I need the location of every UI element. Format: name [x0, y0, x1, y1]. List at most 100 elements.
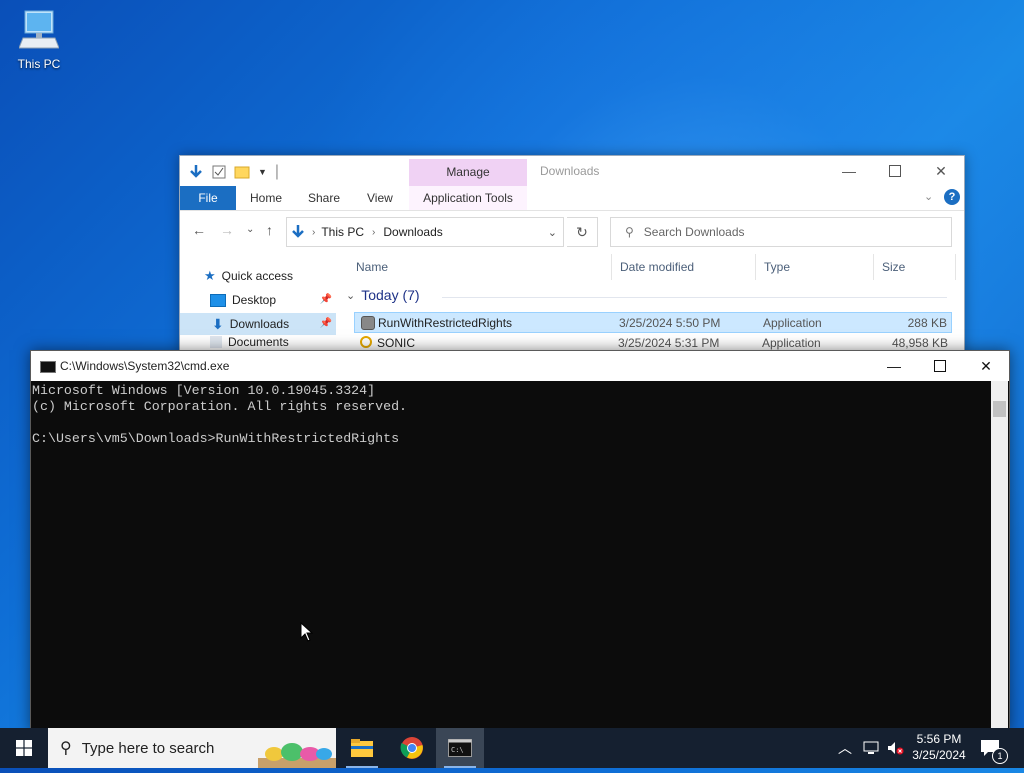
explorer-title-bar[interactable]: ▼ | Manage Downloads — ✕ — [180, 156, 964, 186]
quick-access-toolbar: ▼ | — [188, 163, 279, 181]
minimize-button[interactable]: — — [826, 156, 872, 186]
refresh-button[interactable]: ↻ — [567, 217, 598, 247]
nav-label: Downloads — [229, 317, 290, 331]
search-highlight-image — [258, 732, 336, 768]
expand-ribbon-chevron-icon[interactable]: ⌄ — [924, 190, 933, 203]
search-placeholder: Type here to search — [81, 739, 215, 757]
close-button[interactable]: ✕ — [918, 156, 964, 186]
scrollbar-thumb[interactable] — [993, 401, 1006, 417]
tab-view[interactable]: View — [357, 186, 403, 210]
file-size: 288 KB — [907, 316, 947, 330]
mouse-cursor-icon — [300, 622, 314, 642]
search-placeholder: Search Downloads — [643, 225, 745, 239]
desktop-icon-this-pc[interactable]: This PC — [12, 8, 66, 71]
breadcrumb-separator-icon[interactable]: › — [372, 227, 375, 238]
nav-label: Desktop — [232, 293, 277, 307]
file-explorer-icon — [351, 739, 373, 757]
system-clock[interactable]: 5:56 PM 3/25/2024 — [906, 731, 972, 763]
sonic-app-icon — [360, 336, 372, 348]
help-icon[interactable]: ? — [944, 189, 960, 205]
nav-item-documents[interactable]: Documents — [210, 335, 336, 349]
collapse-chevron-icon: ⌄ — [346, 289, 356, 302]
customize-toolbar-chevron-icon[interactable]: ▼ — [258, 167, 267, 177]
taskbar-cmd[interactable]: C:\ — [436, 728, 484, 768]
pin-icon[interactable]: 📌 — [320, 289, 332, 311]
file-name: SONIC — [377, 336, 416, 350]
search-input[interactable]: ⚲ Search Downloads — [610, 217, 952, 247]
properties-icon[interactable] — [212, 165, 226, 179]
column-name[interactable]: Name — [348, 254, 612, 280]
desktop-folder-icon — [210, 293, 226, 307]
up-arrow-icon[interactable]: ↑ — [266, 222, 273, 238]
tab-manage[interactable]: Manage — [409, 159, 527, 186]
taskbar-file-explorer[interactable] — [338, 728, 386, 768]
clock-date: 3/25/2024 — [912, 748, 966, 762]
column-type[interactable]: Type — [756, 254, 874, 280]
action-center-button[interactable]: 1 — [980, 728, 1008, 768]
file-size: 48,958 KB — [891, 336, 948, 350]
this-pc-icon — [18, 10, 60, 49]
address-bar[interactable]: › This PC › Downloads ⌄ — [286, 217, 564, 247]
tab-file[interactable]: File — [180, 186, 236, 210]
desktop-icon-label: This PC — [17, 57, 61, 71]
nav-item-downloads[interactable]: ⬇ Downloads 📌 — [180, 313, 336, 335]
tab-home[interactable]: Home — [240, 186, 292, 210]
command-prompt-window[interactable]: C:\Windows\System32\cmd.exe — ✕ Microsof… — [30, 350, 1010, 732]
minimize-button[interactable]: — — [871, 351, 917, 381]
column-headers: Name Date modified Type Size — [348, 254, 956, 280]
chrome-icon — [400, 737, 423, 759]
column-size[interactable]: Size — [874, 254, 956, 280]
cmd-icon — [40, 361, 56, 373]
notification-count-badge: 1 — [992, 748, 1008, 764]
tab-application-tools[interactable]: Application Tools — [409, 186, 527, 210]
vertical-scrollbar[interactable] — [991, 381, 1008, 731]
breadcrumb-this-pc[interactable]: This PC — [321, 225, 364, 239]
recent-locations-chevron-icon[interactable]: ⌄ — [246, 224, 254, 235]
nav-item-desktop[interactable]: Desktop 📌 — [210, 289, 336, 311]
group-label: Today (7) — [361, 287, 420, 303]
cmd-icon: C:\ — [448, 739, 472, 757]
nav-item-quick-access[interactable]: ★ Quick access — [204, 265, 334, 287]
back-arrow-icon[interactable]: ← — [192, 222, 206, 238]
file-type: Application — [763, 316, 822, 330]
toolbar-divider: | — [274, 163, 280, 180]
pin-icon[interactable]: 📌 — [320, 313, 332, 335]
file-date: 3/25/2024 5:50 PM — [619, 316, 721, 330]
console-output[interactable]: Microsoft Windows [Version 10.0.19045.33… — [32, 383, 990, 729]
file-explorer-window[interactable]: ▼ | Manage Downloads — ✕ File Home Share… — [179, 155, 965, 357]
volume-muted-icon[interactable] — [886, 728, 904, 768]
tab-share[interactable]: Share — [298, 186, 350, 210]
maximize-button[interactable] — [872, 156, 918, 186]
clock-time: 5:56 PM — [916, 732, 962, 746]
show-hidden-icons-chevron-icon[interactable]: ︿ — [838, 728, 852, 768]
breadcrumb-downloads[interactable]: Downloads — [383, 225, 442, 239]
navigation-pane: ★ Quick access Desktop 📌 ⬇ Downloads 📌 D… — [180, 266, 336, 356]
network-icon[interactable] — [862, 728, 880, 768]
console-line: (c) Microsoft Corporation. All rights re… — [32, 399, 408, 414]
window-title: Downloads — [540, 164, 600, 178]
star-icon: ★ — [204, 268, 216, 283]
refresh-icon: ↻ — [576, 223, 588, 240]
file-type: Application — [762, 336, 821, 350]
cmd-title-bar[interactable]: C:\Windows\System32\cmd.exe — ✕ — [31, 351, 1009, 381]
forward-arrow-icon[interactable]: → — [220, 222, 234, 238]
column-date-modified[interactable]: Date modified — [612, 254, 756, 280]
console-line: Microsoft Windows [Version 10.0.19045.33… — [32, 383, 376, 398]
breadcrumb-separator-icon[interactable]: › — [312, 227, 315, 238]
new-folder-icon[interactable] — [234, 165, 250, 179]
taskbar-chrome[interactable] — [388, 728, 436, 768]
window-title: C:\Windows\System32\cmd.exe — [60, 359, 230, 373]
downloads-location-icon — [292, 225, 304, 238]
search-icon: ⚲ — [625, 225, 634, 239]
maximize-button[interactable] — [917, 351, 963, 381]
download-arrow-icon: ⬇ — [212, 316, 224, 332]
file-row[interactable]: RunWithRestrictedRights 3/25/2024 5:50 P… — [354, 312, 952, 333]
group-header-today[interactable]: ⌄ Today (7) — [346, 287, 420, 303]
address-dropdown-chevron-icon[interactable]: ⌄ — [548, 226, 557, 239]
close-button[interactable]: ✕ — [963, 351, 1009, 381]
download-arrow-icon[interactable] — [188, 164, 204, 180]
ribbon-tabs: File Home Share View Application Tools ⌄… — [180, 186, 964, 211]
taskbar-search-input[interactable]: ⚲ Type here to search — [48, 728, 336, 768]
nav-label: Documents — [228, 335, 289, 349]
start-button[interactable] — [0, 728, 48, 768]
